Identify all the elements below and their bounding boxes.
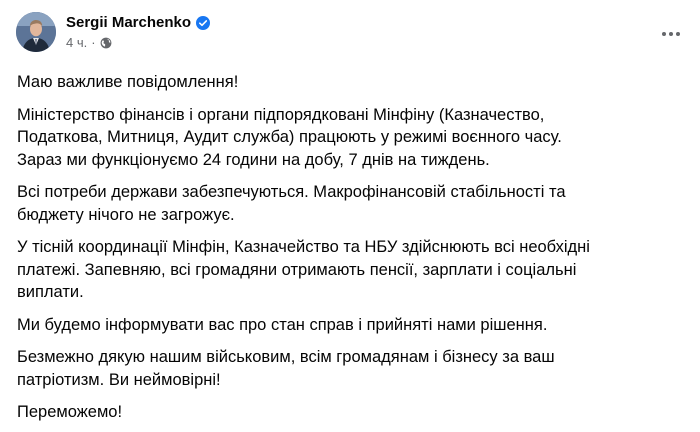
post-time-row: 4 ч. · xyxy=(66,35,210,51)
author-row: Sergii Marchenko xyxy=(66,13,211,33)
post-paragraph: Маю важливе повідомлення! xyxy=(17,73,239,91)
author-avatar[interactable] xyxy=(16,12,56,52)
globe-icon[interactable] xyxy=(100,37,112,49)
post-paragraph: Ми будемо інформувати вас про стан справ… xyxy=(17,315,548,334)
post-meta: Sergii Marchenko 4 ч. · xyxy=(66,13,211,51)
post-body: Маю важливе повідомлення! Міністерство ф… xyxy=(17,71,677,432)
post-paragraph: Міністерство фінансів і органи підпорядк… xyxy=(17,105,562,169)
post-paragraph: Всі потреби держави забезпечуються. Макр… xyxy=(17,183,566,224)
post-header: Sergii Marchenko 4 ч. · xyxy=(16,12,211,52)
post-timestamp[interactable]: 4 ч. xyxy=(66,35,87,51)
more-options-icon xyxy=(661,24,681,42)
post-paragraph: Переможемо! xyxy=(17,403,123,421)
separator-dot: · xyxy=(91,35,96,50)
verified-badge-icon xyxy=(196,16,211,30)
avatar-image xyxy=(16,12,56,52)
post-paragraph: Безмежно дякую нашим військовим, всім гр… xyxy=(17,348,555,389)
author-name[interactable]: Sergii Marchenko xyxy=(66,13,191,33)
facebook-post: Sergii Marchenko 4 ч. · Маю важливе пові… xyxy=(0,0,700,432)
post-paragraph: У тісній координації Мінфін, Казначейств… xyxy=(17,238,590,301)
more-options-button[interactable] xyxy=(656,18,686,48)
